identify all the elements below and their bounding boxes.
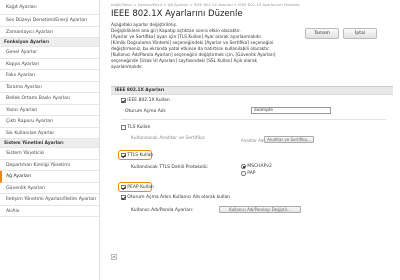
peap-checkbox[interactable] — [121, 184, 126, 190]
sidebar-item[interactable]: Çıktı Raporu Ayarları — [0, 116, 99, 128]
peap-row: PEAP Kullan — [121, 185, 154, 190]
mschap-option[interactable]: MSCHAPv2 — [241, 164, 272, 169]
ok-button[interactable]: Tamam — [305, 28, 339, 39]
tls-row: TLS Kullan — [121, 125, 151, 130]
sidebar-item[interactable]: Kağıt Ayarları — [0, 0, 99, 15]
use-login-name-row: Oturum Açma Adını Kullanıcı Adı olarak k… — [121, 195, 230, 200]
pap-option[interactable]: PAP — [241, 171, 256, 176]
sidebar-item[interactable]: Güvenlik Ayarları — [0, 183, 99, 194]
sidebar-item[interactable]: Sık Kullanılan Ayarlar — [0, 128, 99, 139]
pap-label: PAP — [247, 171, 256, 176]
sidebar-item[interactable]: Ağ Ayarları — [0, 171, 99, 183]
sidebar-item[interactable]: Departman Kimliği Yönetimi — [0, 160, 99, 171]
key-name-label: Anahtar Adı: — [241, 138, 266, 143]
sidebar-item[interactable]: Faks Ayarları — [0, 70, 99, 82]
sidebar-item[interactable]: Genel Ayarlar — [0, 47, 99, 59]
mschap-label: MSCHAPv2 — [247, 164, 272, 169]
ttls-row: TTLS Kullan — [121, 153, 153, 158]
cancel-button[interactable]: İptal — [343, 28, 377, 39]
key-cert-button[interactable]: Anahtar ve Sertifika... — [264, 136, 314, 143]
main-content: Kağıt/Yazıcı > Ayarlar/Kayıt > Ağ Ayarla… — [103, 0, 400, 280]
user-pass-label: Kullanıcı Adı/Parola Ayarları: — [131, 208, 194, 213]
sidebar-item[interactable]: AirAix — [0, 206, 99, 217]
sidebar-item[interactable]: Ses Düzeyi Denetimi/Enerji Ayarları — [0, 15, 99, 27]
ttls-label: TTLS Kullan — [127, 152, 154, 158]
top-arrow-icon[interactable] — [111, 254, 118, 262]
tls-checkbox[interactable] — [121, 125, 126, 130]
sidebar-item[interactable]: Sistem Yöneticisi — [0, 148, 99, 160]
sidebar: Kağıt Ayarları Ses Düzeyi Denetimi/Enerji… — [0, 0, 100, 280]
login-name-input[interactable]: example — [251, 107, 331, 114]
sidebar-item[interactable]: Yazıcı Ayarları — [0, 105, 99, 116]
sidebar-item[interactable]: Bellek Ortamı Baskı Ayarları — [0, 93, 99, 105]
sidebar-item[interactable]: Kopya Ayarları — [0, 59, 99, 70]
ttls-checkbox[interactable] — [121, 152, 126, 158]
pap-radio[interactable] — [241, 171, 246, 176]
mschap-radio[interactable] — [241, 164, 246, 169]
peap-label: PEAP Kullan — [127, 184, 154, 190]
ieee-use-checkbox[interactable] — [121, 98, 126, 103]
use-login-name-label: Oturum Açma Adını Kullanıcı Adı olarak k… — [127, 195, 231, 200]
note-line: ayarlanmalıdır. — [111, 65, 143, 70]
sidebar-item[interactable]: İletişim Yönetimi Ayarları/İletim Ayarla… — [0, 194, 99, 206]
divider — [121, 119, 386, 120]
sidebar-section-header: Fonksiyon Ayarları — [0, 38, 99, 47]
page-title: IEEE 802.1X Ayarlarını Düzenle — [111, 9, 243, 19]
panel-title: IEEE 802.1X Ayarları — [111, 86, 393, 94]
ieee-use-label: IEEE 802.1X Kullan — [127, 98, 170, 103]
sidebar-section-header: Sistem Yönetimi Ayarları — [0, 139, 99, 148]
login-name-label: Oturum Açma Adı: — [125, 109, 167, 114]
ttls-protocol-label: Kullanılacak TTLS Dahili Protokolü: — [131, 165, 209, 170]
sidebar-item[interactable]: Tarama Ayarları — [0, 82, 99, 93]
settings-note: Aşağıdaki ayarlar değiştirilmiş. Değişikl… — [111, 23, 301, 71]
breadcrumb: Kağıt/Yazıcı > Ayarlar/Kayıt > Ağ Ayarla… — [111, 2, 300, 7]
settings-panel: IEEE 802.1X Kullan Oturum Açma Adı: exam… — [111, 94, 393, 249]
sidebar-item[interactable]: Zamanlayıcı Ayarları — [0, 27, 99, 38]
use-login-name-checkbox[interactable] — [121, 195, 126, 200]
ieee-use-row: IEEE 802.1X Kullan — [121, 98, 170, 103]
tls-label: TLS Kullan — [127, 125, 151, 130]
key-cert-label: Kullanılacak Anahtar ve Sertifika: — [131, 136, 206, 141]
user-pass-button[interactable]: Kullanıcı Adı/Parolayı Değiştir... — [219, 206, 301, 213]
